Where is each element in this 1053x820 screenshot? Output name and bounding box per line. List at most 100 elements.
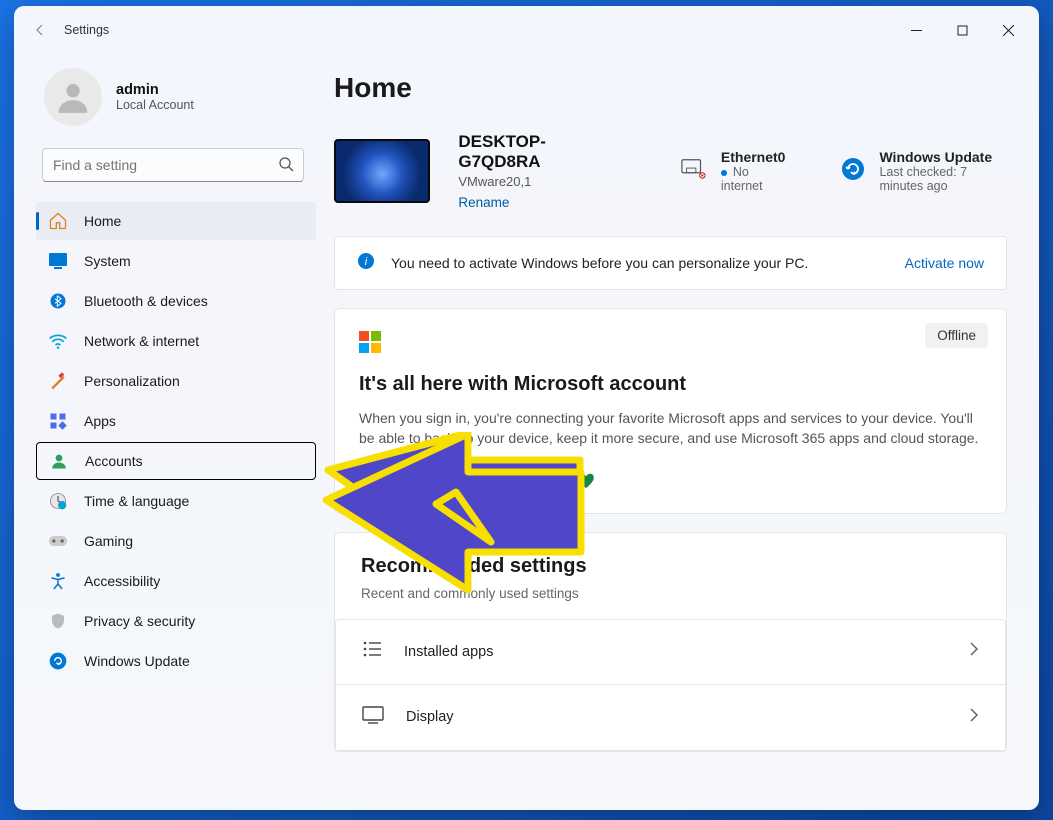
nav-label: Network & internet — [84, 333, 199, 349]
settings-window: Settings admin Local Account — [14, 6, 1039, 810]
person-icon — [54, 78, 92, 116]
bluetooth-icon — [48, 291, 68, 311]
nav-item-accessibility[interactable]: Accessibility — [36, 562, 316, 600]
nav-item-network[interactable]: Network & internet — [36, 322, 316, 360]
update-title: Windows Update — [879, 149, 1007, 165]
nav: Home System Bluetooth & devices Network … — [14, 198, 324, 680]
minimize-icon — [911, 25, 922, 36]
setting-row-installed-apps[interactable]: Installed apps — [335, 619, 1006, 685]
user-name: admin — [116, 82, 194, 98]
setting-label: Display — [406, 709, 947, 725]
back-button[interactable] — [22, 12, 58, 48]
nav-label: Gaming — [84, 533, 133, 549]
search-input[interactable] — [42, 148, 304, 182]
setting-label: Installed apps — [404, 644, 947, 660]
accessibility-icon — [48, 571, 68, 591]
ms-card-body: When you sign in, you're connecting your… — [359, 408, 982, 449]
nav-item-windows-update[interactable]: Windows Update — [36, 642, 316, 680]
banner-text: You need to activate Windows before you … — [391, 255, 889, 271]
onedrive-icon — [503, 469, 525, 491]
excel-icon: X — [395, 469, 417, 491]
nav-label: Personalization — [84, 373, 180, 389]
list-icon — [362, 640, 382, 663]
nav-item-apps[interactable]: Apps — [36, 402, 316, 440]
nav-label: Bluetooth & devices — [84, 293, 208, 309]
home-icon — [48, 211, 68, 231]
avatar — [44, 68, 102, 126]
nav-label: Privacy & security — [84, 613, 195, 629]
defender-icon — [467, 469, 489, 491]
close-button[interactable] — [985, 14, 1031, 46]
shield-icon — [48, 611, 68, 631]
network-status: No internet — [721, 165, 786, 193]
user-block[interactable]: admin Local Account — [14, 54, 324, 148]
device-name: DESKTOP-G7QD8RA — [458, 132, 601, 172]
window-controls — [893, 14, 1031, 46]
nav-label: Apps — [84, 413, 116, 429]
recommended-card: Recommended settings Recent and commonly… — [334, 532, 1007, 752]
nav-item-gaming[interactable]: Gaming — [36, 522, 316, 560]
network-block[interactable]: Ethernet0 No internet — [681, 149, 786, 193]
recommended-subtitle: Recent and commonly used settings — [361, 586, 980, 601]
nav-label: Time & language — [84, 493, 189, 509]
ms-app-icons: W X P O — [359, 469, 982, 491]
chevron-right-icon — [969, 642, 979, 661]
main-content: Home DESKTOP-G7QD8RA VMware20,1 Rename E… — [324, 54, 1039, 810]
nav-item-time-language[interactable]: Time & language — [36, 482, 316, 520]
ethernet-icon — [681, 158, 707, 185]
outlook-icon: O — [539, 469, 561, 491]
chevron-right-icon — [969, 708, 979, 727]
nav-item-system[interactable]: System — [36, 242, 316, 280]
windows-update-block[interactable]: Windows Update Last checked: 7 minutes a… — [841, 149, 1007, 193]
nav-label: System — [84, 253, 131, 269]
network-name: Ethernet0 — [721, 149, 786, 165]
minimize-button[interactable] — [893, 14, 939, 46]
nav-item-bluetooth[interactable]: Bluetooth & devices — [36, 282, 316, 320]
maximize-button[interactable] — [939, 14, 985, 46]
device-model: VMware20,1 — [458, 174, 601, 189]
activation-banner: i You need to activate Windows before yo… — [334, 236, 1007, 290]
nav-item-accounts[interactable]: Accounts — [36, 442, 316, 480]
ms-card-title: It's all here with Microsoft account — [359, 373, 982, 396]
update-icon — [841, 157, 865, 186]
offline-badge: Offline — [925, 323, 988, 348]
nav-item-privacy[interactable]: Privacy & security — [36, 602, 316, 640]
clock-globe-icon — [48, 491, 68, 511]
recommended-title: Recommended settings — [361, 555, 980, 578]
device-info-row: DESKTOP-G7QD8RA VMware20,1 Rename Ethern… — [334, 132, 1007, 210]
display-icon — [362, 706, 384, 729]
device-wallpaper-thumb[interactable] — [334, 139, 430, 203]
nav-label: Accounts — [85, 453, 143, 469]
search-box — [42, 148, 304, 182]
nav-label: Home — [84, 213, 121, 229]
nav-label: Windows Update — [84, 653, 190, 669]
device-text: DESKTOP-G7QD8RA VMware20,1 Rename — [458, 132, 601, 210]
user-account-type: Local Account — [116, 98, 194, 112]
nav-item-personalization[interactable]: Personalization — [36, 362, 316, 400]
back-arrow-icon — [32, 22, 48, 38]
sidebar: admin Local Account Home System — [14, 54, 324, 810]
activate-link[interactable]: Activate now — [905, 255, 984, 271]
search-icon[interactable] — [278, 156, 294, 177]
update-status: Last checked: 7 minutes ago — [879, 165, 1007, 193]
brush-icon — [48, 371, 68, 391]
nav-label: Accessibility — [84, 573, 160, 589]
accounts-icon — [49, 451, 69, 471]
nav-item-home[interactable]: Home — [36, 202, 316, 240]
powerpoint-icon: P — [431, 469, 453, 491]
microsoft-logo-icon — [359, 331, 982, 353]
titlebar: Settings — [14, 6, 1039, 54]
page-title: Home — [334, 72, 1007, 104]
close-icon — [1003, 25, 1014, 36]
gamepad-icon — [48, 531, 68, 551]
titlebar-title: Settings — [64, 23, 109, 37]
system-icon — [48, 251, 68, 271]
update-icon — [48, 651, 68, 671]
word-icon: W — [359, 469, 381, 491]
rename-link[interactable]: Rename — [458, 195, 601, 210]
setting-row-display[interactable]: Display — [335, 685, 1006, 751]
maximize-icon — [957, 25, 968, 36]
microsoft-account-card: Offline It's all here with Microsoft acc… — [334, 308, 1007, 514]
info-icon: i — [357, 252, 375, 275]
family-safety-icon — [575, 469, 597, 491]
